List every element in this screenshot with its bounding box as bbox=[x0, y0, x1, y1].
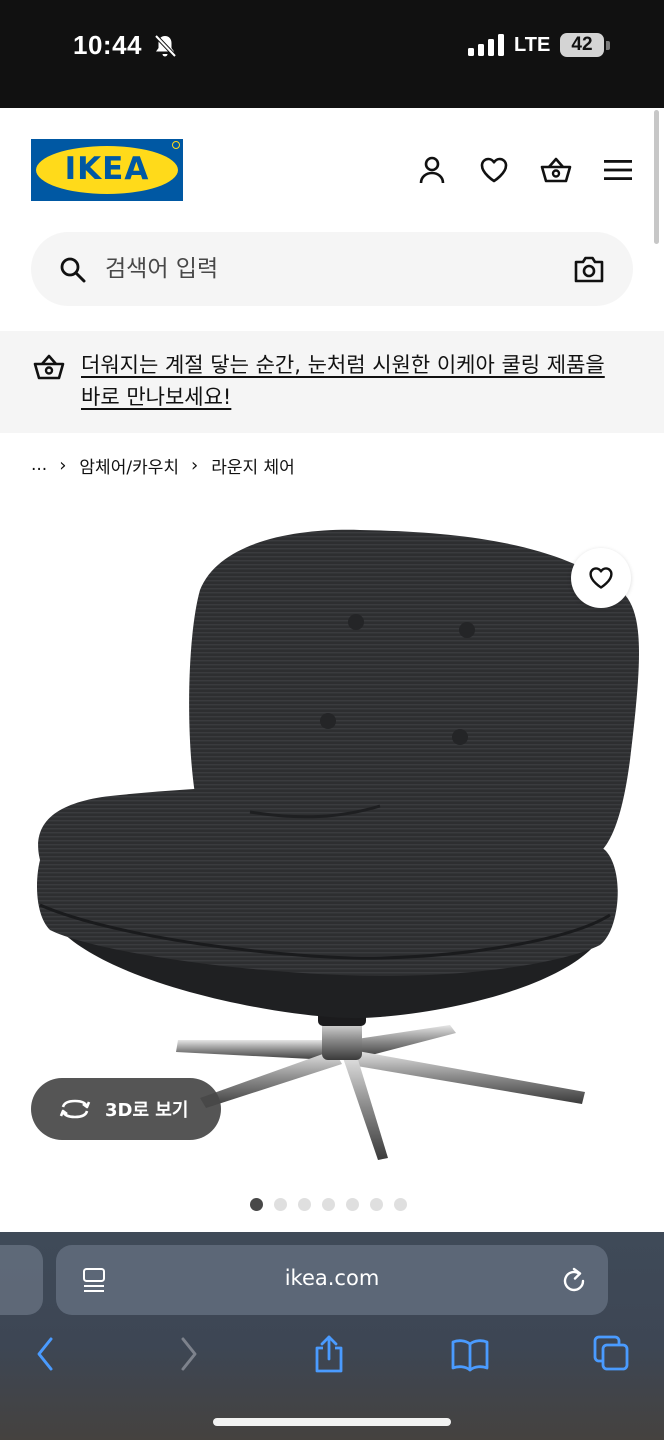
carousel-dot[interactable] bbox=[274, 1198, 287, 1211]
user-icon[interactable] bbox=[416, 154, 448, 186]
forward-icon[interactable] bbox=[178, 1334, 200, 1374]
network-type: LTE bbox=[514, 34, 551, 56]
carousel-dot[interactable] bbox=[250, 1198, 263, 1211]
status-bar: 10:44 LTE 42 bbox=[0, 0, 664, 108]
favourite-button[interactable] bbox=[571, 548, 631, 608]
breadcrumb: ... › 암체어/카우치 › 라운지 체어 bbox=[31, 452, 295, 478]
tabs-icon[interactable] bbox=[592, 1334, 630, 1374]
url-text: ikea.com bbox=[284, 1266, 380, 1290]
signal-icon bbox=[468, 34, 504, 56]
status-time: 10:44 bbox=[73, 30, 142, 60]
home-indicator[interactable] bbox=[213, 1418, 451, 1426]
carousel-dot[interactable] bbox=[346, 1198, 359, 1211]
carousel-dot[interactable] bbox=[322, 1198, 335, 1211]
carousel-dot[interactable] bbox=[370, 1198, 383, 1211]
view-3d-label: 3D로 보기 bbox=[105, 1100, 189, 1121]
bookmarks-icon[interactable] bbox=[450, 1334, 490, 1374]
chair-base bbox=[176, 1008, 585, 1160]
search-input[interactable] bbox=[105, 250, 545, 288]
share-icon[interactable] bbox=[312, 1334, 346, 1374]
search-icon[interactable] bbox=[59, 256, 87, 284]
camera-icon[interactable] bbox=[573, 254, 605, 284]
rotate-icon bbox=[59, 1099, 91, 1119]
ikea-logo[interactable]: IKEA bbox=[31, 139, 183, 201]
heart-icon bbox=[589, 567, 613, 589]
back-icon[interactable] bbox=[34, 1334, 56, 1374]
battery-cap bbox=[606, 41, 610, 50]
basket-icon bbox=[33, 354, 65, 380]
view-3d-button[interactable]: 3D로 보기 bbox=[31, 1078, 221, 1140]
reload-icon[interactable] bbox=[560, 1265, 588, 1295]
heart-icon[interactable] bbox=[478, 154, 510, 186]
page-scrollbar[interactable] bbox=[654, 110, 659, 244]
breadcrumb-separator: › bbox=[59, 454, 67, 476]
address-bar[interactable]: ikea.com bbox=[56, 1245, 608, 1315]
registered-mark bbox=[172, 141, 180, 149]
previous-tab-peek[interactable] bbox=[0, 1245, 43, 1315]
promo-link[interactable]: 더워지는 계절 닿는 순간, 눈처럼 시원한 이케아 쿨링 제품을 바로 만나보… bbox=[81, 349, 626, 413]
breadcrumb-item-armchairs[interactable]: 암체어/카우치 bbox=[79, 453, 179, 478]
breadcrumb-separator: › bbox=[191, 454, 199, 476]
breadcrumb-item-ellipsis[interactable]: ... bbox=[31, 455, 47, 475]
basket-icon[interactable] bbox=[540, 154, 572, 186]
menu-icon[interactable] bbox=[602, 154, 634, 186]
promo-banner[interactable]: 더워지는 계절 닿는 순간, 눈처럼 시원한 이케아 쿨링 제품을 바로 만나보… bbox=[0, 331, 664, 433]
image-carousel-dots bbox=[250, 1198, 407, 1212]
search-bar[interactable] bbox=[31, 232, 633, 306]
battery-icon: 42 bbox=[560, 33, 604, 57]
carousel-dot[interactable] bbox=[394, 1198, 407, 1211]
carousel-dot[interactable] bbox=[298, 1198, 311, 1211]
logo-text: IKEA bbox=[64, 151, 150, 187]
bell-muted-icon bbox=[154, 34, 177, 58]
breadcrumb-item-lounge-chair[interactable]: 라운지 체어 bbox=[211, 453, 295, 478]
